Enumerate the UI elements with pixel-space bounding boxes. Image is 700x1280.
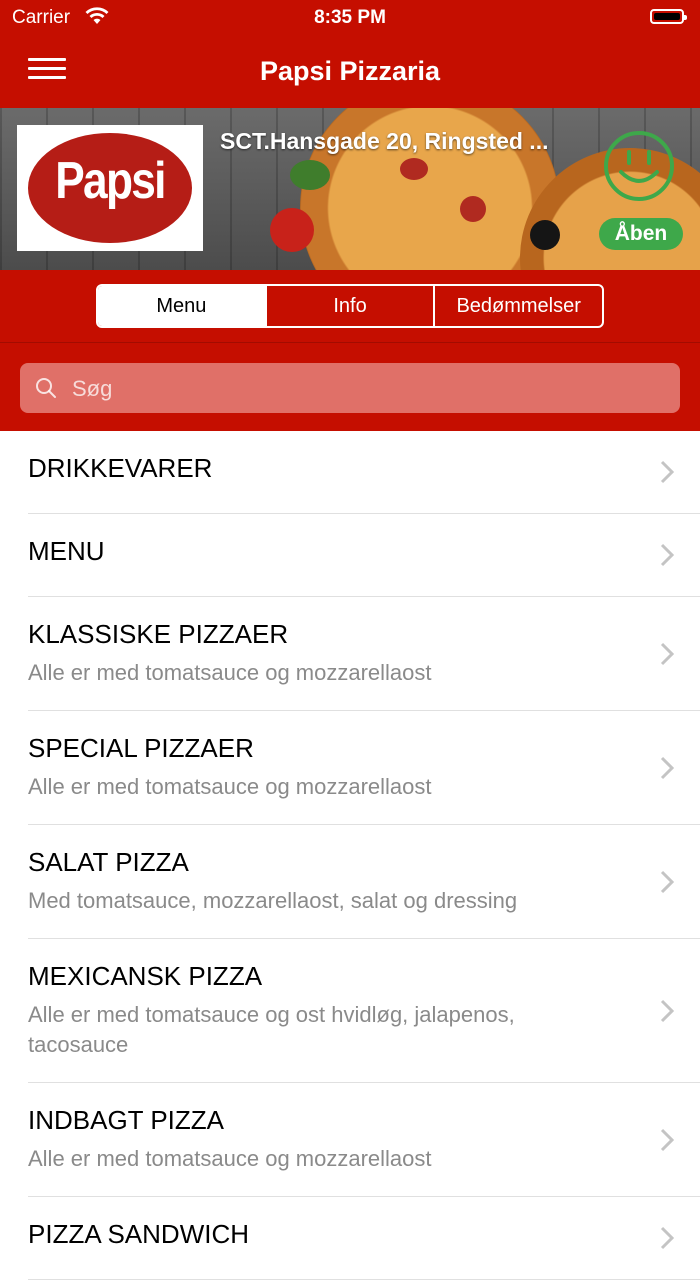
list-item-title: SALAT PIZZA bbox=[28, 847, 189, 877]
list-item[interactable]: PIZZA SANDWICH bbox=[28, 1197, 700, 1280]
page-title: Papsi Pizzaria bbox=[259, 56, 441, 86]
list-item[interactable]: MENU bbox=[28, 514, 700, 597]
tab-reviews[interactable]: Bedømmelser bbox=[433, 286, 602, 326]
list-item[interactable]: INDBAGT PIZZA Alle er med tomatsauce og … bbox=[28, 1083, 700, 1197]
tomato-decoration bbox=[270, 208, 314, 252]
tab-info[interactable]: Info bbox=[264, 286, 434, 326]
list-item-title: MEXICANSK PIZZA bbox=[28, 961, 263, 991]
list-item-subtitle: Alle er med tomatsauce og mozzarellaost bbox=[28, 660, 432, 685]
open-status-badge: Åben bbox=[599, 218, 683, 250]
chevron-right-icon bbox=[660, 756, 674, 779]
smiley-icon bbox=[604, 131, 674, 201]
search-icon bbox=[36, 378, 56, 398]
chevron-right-icon bbox=[660, 870, 674, 893]
logo-text: Papsi bbox=[55, 152, 166, 210]
restaurant-logo: Papsi bbox=[17, 125, 203, 251]
olive-decoration bbox=[530, 220, 560, 250]
list-item[interactable]: KLASSISKE PIZZAER Alle er med tomatsauce… bbox=[28, 597, 700, 711]
chevron-right-icon bbox=[660, 1226, 674, 1250]
list-item-title: PIZZA SANDWICH bbox=[28, 1219, 250, 1249]
basil-decoration bbox=[290, 160, 330, 190]
search-input[interactable] bbox=[70, 363, 664, 415]
top-bar: Carrier 8:35 PM Papsi Pizzaria bbox=[0, 0, 700, 108]
list-item-title: SPECIAL PIZZAER bbox=[28, 733, 254, 763]
chevron-right-icon bbox=[660, 460, 674, 484]
list-item-title: MENU bbox=[28, 536, 105, 566]
category-list: DRIKKEVARER MENU KLASSISKE PIZZAER Alle … bbox=[0, 431, 700, 1280]
list-item[interactable]: DRIKKEVARER bbox=[28, 431, 700, 514]
salami-decoration bbox=[400, 158, 428, 180]
search-area bbox=[0, 342, 700, 431]
search-bar[interactable] bbox=[20, 363, 680, 415]
tab-bar: Menu Info Bedømmelser bbox=[0, 270, 700, 342]
segmented-control: Menu Info Bedømmelser bbox=[96, 284, 604, 328]
list-item-subtitle: Alle er med tomatsauce og mozzarellaost bbox=[28, 1146, 432, 1171]
list-item-title: INDBAGT PIZZA bbox=[28, 1105, 224, 1135]
clock: 8:35 PM bbox=[314, 7, 386, 28]
chevron-right-icon bbox=[660, 1128, 674, 1151]
status-bar: Carrier 8:35 PM bbox=[0, 0, 700, 36]
list-item-subtitle: Alle er med tomatsauce og ost hvidløg, j… bbox=[28, 1002, 515, 1057]
restaurant-banner: Papsi SCT.Hansgade 20, Ringsted ... Åben bbox=[0, 108, 700, 270]
chevron-right-icon bbox=[660, 642, 674, 665]
list-item[interactable]: MEXICANSK PIZZA Alle er med tomatsauce o… bbox=[28, 939, 700, 1083]
battery-icon bbox=[650, 9, 687, 24]
list-item[interactable]: SPECIAL PIZZAER Alle er med tomatsauce o… bbox=[28, 711, 700, 825]
list-item-title: KLASSISKE PIZZAER bbox=[28, 619, 289, 649]
restaurant-address: SCT.Hansgade 20, Ringsted ... bbox=[220, 128, 549, 154]
list-item-title: DRIKKEVARER bbox=[28, 453, 213, 483]
chevron-right-icon bbox=[660, 999, 674, 1022]
chevron-right-icon bbox=[660, 543, 674, 567]
tab-menu[interactable]: Menu bbox=[98, 286, 265, 326]
list-item-subtitle: Alle er med tomatsauce og mozzarellaost bbox=[28, 774, 432, 799]
list-item[interactable]: SALAT PIZZA Med tomatsauce, mozzarellaos… bbox=[28, 825, 700, 939]
salami-decoration bbox=[460, 196, 486, 222]
list-item-subtitle: Med tomatsauce, mozzarellaost, salat og … bbox=[28, 888, 518, 913]
